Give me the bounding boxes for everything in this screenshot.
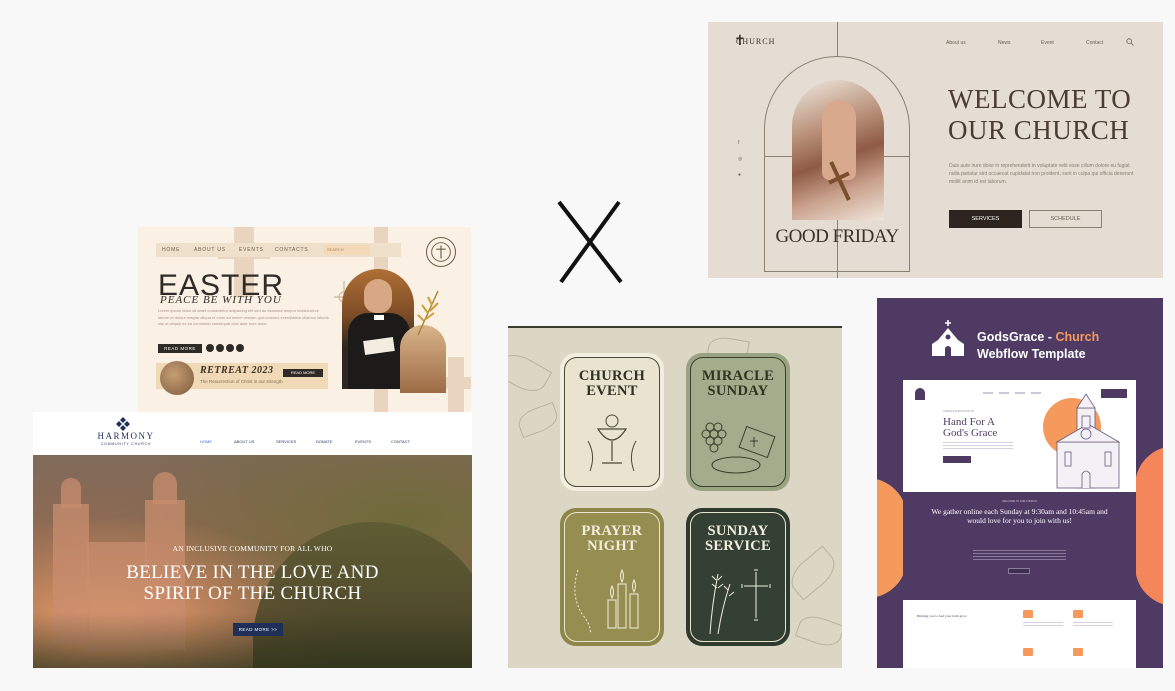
praying-hands-photo xyxy=(792,80,884,220)
nav-contacts[interactable]: CONTACTS xyxy=(275,247,309,253)
search-icon[interactable] xyxy=(1126,38,1134,46)
nav-services[interactable]: SERVICES xyxy=(276,439,296,444)
facebook-icon[interactable] xyxy=(206,344,214,352)
harmony-logo-icon[interactable] xyxy=(115,416,131,432)
services-button[interactable]: SERVICES xyxy=(949,210,1022,228)
nav-contact[interactable]: Contact xyxy=(1086,40,1103,46)
nav-home[interactable]: HOME xyxy=(162,247,180,253)
nav-events[interactable]: EVENTS xyxy=(239,247,264,253)
godsgrace-title: GodsGrace - Church Webflow Template xyxy=(977,330,1100,361)
hero-eyebrow: LOREM IPSUM DOLOR SIT xyxy=(943,410,975,413)
nav-contact[interactable]: CONTACT xyxy=(391,439,410,444)
wheat-cross-icon xyxy=(709,569,771,635)
welcome-headline: WELCOME TO OUR CHURCH xyxy=(948,84,1132,145)
retreat-read-more-button[interactable]: READ MORE xyxy=(283,369,323,377)
rosary-candles-icon xyxy=(574,568,639,635)
chalice-icon xyxy=(587,414,637,472)
godsgrace-mockup: LOREM IPSUM DOLOR SIT Hand For A God's G… xyxy=(903,380,1136,668)
read-more-button[interactable]: READ MORE >> xyxy=(233,623,283,636)
retreat-title: RETREAT 2023 xyxy=(200,365,274,376)
nav-news[interactable]: News xyxy=(998,40,1011,46)
hero-cta-button[interactable] xyxy=(943,456,971,463)
nav-event[interactable]: Event xyxy=(1041,40,1054,46)
harmony-logo-subtitle: COMMUNITY CHURCH xyxy=(100,442,152,446)
hero-tagline: AN INCLUSIVE COMMUNITY FOR ALL WHO xyxy=(172,544,333,553)
retreat-image xyxy=(160,361,194,395)
band-button[interactable] xyxy=(1008,568,1030,574)
nav-home[interactable]: HOME xyxy=(200,439,212,444)
card-miracle-sunday[interactable]: MIRACLE SUNDAY xyxy=(686,353,790,491)
band-eyebrow: WELCOME TO OUR CHURCH xyxy=(1002,500,1037,503)
church-template-preview: ✝ CHURCH About us News Event Contact f ◎… xyxy=(708,22,1163,278)
feature-icon xyxy=(1023,648,1033,656)
church-icon[interactable] xyxy=(915,388,925,400)
nav-donate[interactable]: DONATE xyxy=(316,439,332,444)
easter-paragraph: Lorem ipsum dolor sit amet consectetur a… xyxy=(158,308,329,326)
twitter-icon[interactable] xyxy=(226,344,234,352)
harmony-logo-name: HARMONY xyxy=(97,431,155,441)
read-more-button[interactable]: READ MORE xyxy=(158,344,202,353)
cathedral-illustration xyxy=(1055,393,1121,489)
church-logo-icon xyxy=(932,320,964,356)
nav-about[interactable]: ABOUT US xyxy=(194,247,226,253)
band-heading: We gather online each Sunday at 9:30am a… xyxy=(931,507,1108,525)
nav-about[interactable]: About us xyxy=(946,40,966,46)
good-friday-caption: GOOD FRIDAY xyxy=(775,226,899,247)
feature-icon xyxy=(1073,610,1083,618)
hero-heading: Hand For A God's Grace xyxy=(943,416,998,439)
grapes-bread-bible-icon xyxy=(701,422,776,474)
dove-badge-icon xyxy=(426,237,456,267)
church-description: Duis aute irure dolor in reprehenderit i… xyxy=(949,163,1134,185)
church-events-cards-preview: CHURCH EVENT MIRACLE SUNDAY PRAYER NIGHT… xyxy=(508,326,842,668)
search-input[interactable]: SEARCH xyxy=(324,245,370,255)
feature-icon xyxy=(1073,648,1083,656)
youtube-icon[interactable] xyxy=(236,344,244,352)
feature-icon xyxy=(1023,610,1033,618)
card-church-event[interactable]: CHURCH EVENT xyxy=(560,353,664,491)
twitter-icon[interactable]: ● xyxy=(738,172,741,178)
harmony-template-preview: HARMONY COMMUNITY CHURCH HOME ABOUT US S… xyxy=(33,412,472,668)
schedule-button[interactable]: SCHEDULE xyxy=(1029,210,1102,228)
low-section-label: Helping you to feel your faith grow xyxy=(917,614,967,618)
godsgrace-template-preview: GodsGrace - Church Webflow Template LORE… xyxy=(877,298,1163,668)
card-prayer-night[interactable]: PRAYER NIGHT xyxy=(560,508,664,646)
church-logo[interactable]: CHURCH xyxy=(736,37,775,46)
card-sunday-service[interactable]: SUNDAY SERVICE xyxy=(686,508,790,646)
instagram-icon[interactable]: ◎ xyxy=(738,156,742,162)
x-mark-icon xyxy=(557,200,623,284)
retreat-subtitle: The Resurrection of Christ in our streng… xyxy=(200,379,283,384)
hero-headline: BELIEVE IN THE LOVE AND SPIRIT OF THE CH… xyxy=(126,562,379,604)
nav-events[interactable]: EVENTS xyxy=(355,439,371,444)
easter-subtitle: PEACE BE WITH YOU xyxy=(160,294,282,306)
palm-leaf-icon xyxy=(417,290,439,336)
easter-template-preview: HOME ABOUT US EVENTS CONTACTS SEARCH EAS… xyxy=(138,227,471,413)
instagram-icon[interactable] xyxy=(216,344,224,352)
nav-about[interactable]: ABOUT US xyxy=(234,439,254,444)
facebook-icon[interactable]: f xyxy=(738,140,739,146)
